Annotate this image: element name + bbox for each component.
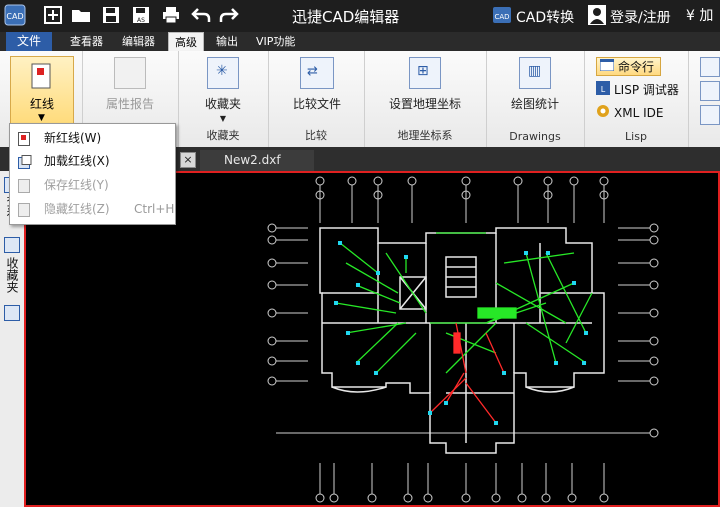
svg-text:CAD: CAD xyxy=(494,13,509,21)
drawing-stats-label: 绘图统计 xyxy=(510,97,559,111)
attr-report-label: 属性报告 xyxy=(105,97,154,111)
search-icon[interactable] xyxy=(4,305,20,321)
compare-files-label: 比较文件 xyxy=(292,97,341,111)
attr-report-icon xyxy=(114,57,146,89)
set-geo-label: 设置地理坐标 xyxy=(388,97,461,111)
redline-label: 红线 xyxy=(29,97,54,111)
favorites-group-label: 收藏夹 xyxy=(206,129,240,142)
tab-new2-dxf[interactable]: New2.dxf xyxy=(200,150,314,171)
compare-files-button[interactable]: ⇄ 比较文件 xyxy=(286,57,348,112)
cmdline-label: 命令行 xyxy=(618,60,655,74)
undo-icon[interactable] xyxy=(190,4,212,26)
compare-group-label: 比较 xyxy=(305,129,327,142)
lisp-debugger-icon: L xyxy=(596,81,610,98)
save-redline-icon xyxy=(18,178,30,193)
cmdline-icon xyxy=(599,58,615,74)
compare-files-icon: ⇄ xyxy=(300,57,334,89)
drawing-stats-button[interactable]: ▥ 绘图统计 xyxy=(504,57,566,112)
attr-report-button: 属性报告 xyxy=(100,57,160,112)
tab-editor[interactable]: 编辑器 xyxy=(116,32,161,51)
menu-item-save-redline: 保存红线(Y) xyxy=(10,174,175,196)
menu-item-load-redline[interactable]: 加载红线(X) xyxy=(10,150,175,172)
user-icon xyxy=(588,5,606,29)
extra-tool-icon[interactable] xyxy=(700,57,720,77)
tab-advanced[interactable]: 高级 xyxy=(168,32,204,51)
chevron-down-icon: ▼ xyxy=(38,113,45,123)
redline-dropdown-menu: 新红线(W) 加载红线(X) 保存红线(Y) 隐藏红线(Z) Ctrl+H xyxy=(9,123,176,225)
ribbon-group-favorites: ✳ 收藏夹 ▼ 收藏夹 xyxy=(178,51,269,147)
geo-grid-icon: ⊞ xyxy=(409,57,441,89)
ribbon-group-geo: ⊞ 设置地理坐标 地理坐标系 xyxy=(364,51,487,147)
favorites-label: 收藏夹 xyxy=(204,97,241,111)
lisp-debugger-label: LISP 调试器 xyxy=(614,83,679,97)
new-file-icon[interactable] xyxy=(42,4,64,26)
redline-doc-icon xyxy=(31,63,51,92)
cad-convert-icon: CAD xyxy=(492,5,512,29)
svg-text:L: L xyxy=(601,85,606,94)
file-menu[interactable]: 文件 xyxy=(6,32,52,51)
print-icon[interactable] xyxy=(160,4,182,26)
menu-item-label: 保存红线(Y) xyxy=(44,178,109,192)
menu-item-label: 加载红线(X) xyxy=(44,154,110,168)
favorites-icon: ✳ xyxy=(207,57,239,89)
menu-bar: 文件 查看器 编辑器 高级 输出 VIP功能 xyxy=(0,32,720,51)
side-tab-favorites[interactable]: 收藏夹 xyxy=(4,257,21,293)
open-folder-icon[interactable] xyxy=(70,4,92,26)
redo-icon[interactable] xyxy=(218,4,240,26)
ribbon-group-drawings: ▥ 绘图统计 Drawings xyxy=(486,51,585,147)
menu-item-shortcut: Ctrl+H xyxy=(134,202,175,216)
menu-item-label: 新红线(W) xyxy=(44,131,102,145)
cmdline-button[interactable]: 命令行 xyxy=(596,57,662,76)
drawings-group-label: Drawings xyxy=(509,130,561,143)
geo-group-label: 地理坐标系 xyxy=(397,129,453,142)
title-bar: CAD AS 迅捷CAD编辑器 CAD CAD转换 登录/注册 ¥ 加 xyxy=(0,0,720,32)
extra-tool-icon-2[interactable] xyxy=(700,81,720,101)
lisp-group-label: Lisp xyxy=(625,130,647,143)
save-as-icon[interactable]: AS xyxy=(130,4,152,26)
tab-vip[interactable]: VIP功能 xyxy=(250,32,301,51)
login-label: 登录/注册 xyxy=(610,10,671,26)
purchase-button[interactable]: ¥ 加 xyxy=(686,5,713,25)
favorites-panel-icon[interactable] xyxy=(4,237,20,253)
login-button[interactable]: 登录/注册 xyxy=(588,5,671,29)
set-geo-button[interactable]: ⊞ 设置地理坐标 xyxy=(382,57,468,112)
menu-item-new-redline[interactable]: 新红线(W) xyxy=(10,127,175,149)
menu-item-label: 隐藏红线(Z) xyxy=(44,202,110,216)
lisp-debugger-button[interactable]: L LISP 调试器 xyxy=(596,81,679,98)
drawing-stats-icon: ▥ xyxy=(519,57,551,89)
hide-redline-icon xyxy=(18,202,30,217)
app-logo-icon: CAD xyxy=(4,4,26,26)
svg-text:CAD: CAD xyxy=(6,12,23,21)
tab-output[interactable]: 输出 xyxy=(210,32,244,51)
xml-ide-button[interactable]: XML IDE xyxy=(596,104,663,121)
save-icon[interactable] xyxy=(100,4,122,26)
svg-text:AS: AS xyxy=(137,17,145,24)
tab-viewer[interactable]: 查看器 xyxy=(64,32,109,51)
close-icon[interactable]: × xyxy=(180,152,196,168)
menu-item-hide-redline: 隐藏红线(Z) Ctrl+H xyxy=(10,198,175,220)
new-redline-icon xyxy=(18,131,30,146)
xml-ide-label: XML IDE xyxy=(614,105,664,120)
favorites-button[interactable]: ✳ 收藏夹 ▼ xyxy=(192,57,254,123)
load-redline-icon xyxy=(18,154,32,169)
ribbon-group-compare: ⇄ 比较文件 比较 xyxy=(268,51,365,147)
xml-ide-icon xyxy=(596,104,610,121)
extra-tool-icon-3[interactable] xyxy=(700,105,720,125)
app-title: 迅捷CAD编辑器 xyxy=(292,8,400,26)
favorites-chevron-icon: ▼ xyxy=(219,114,227,123)
cad-convert-button[interactable]: CAD CAD转换 xyxy=(492,5,574,29)
cad-convert-label: CAD转换 xyxy=(516,10,575,26)
purchase-label: ¥ 加 xyxy=(686,8,714,24)
